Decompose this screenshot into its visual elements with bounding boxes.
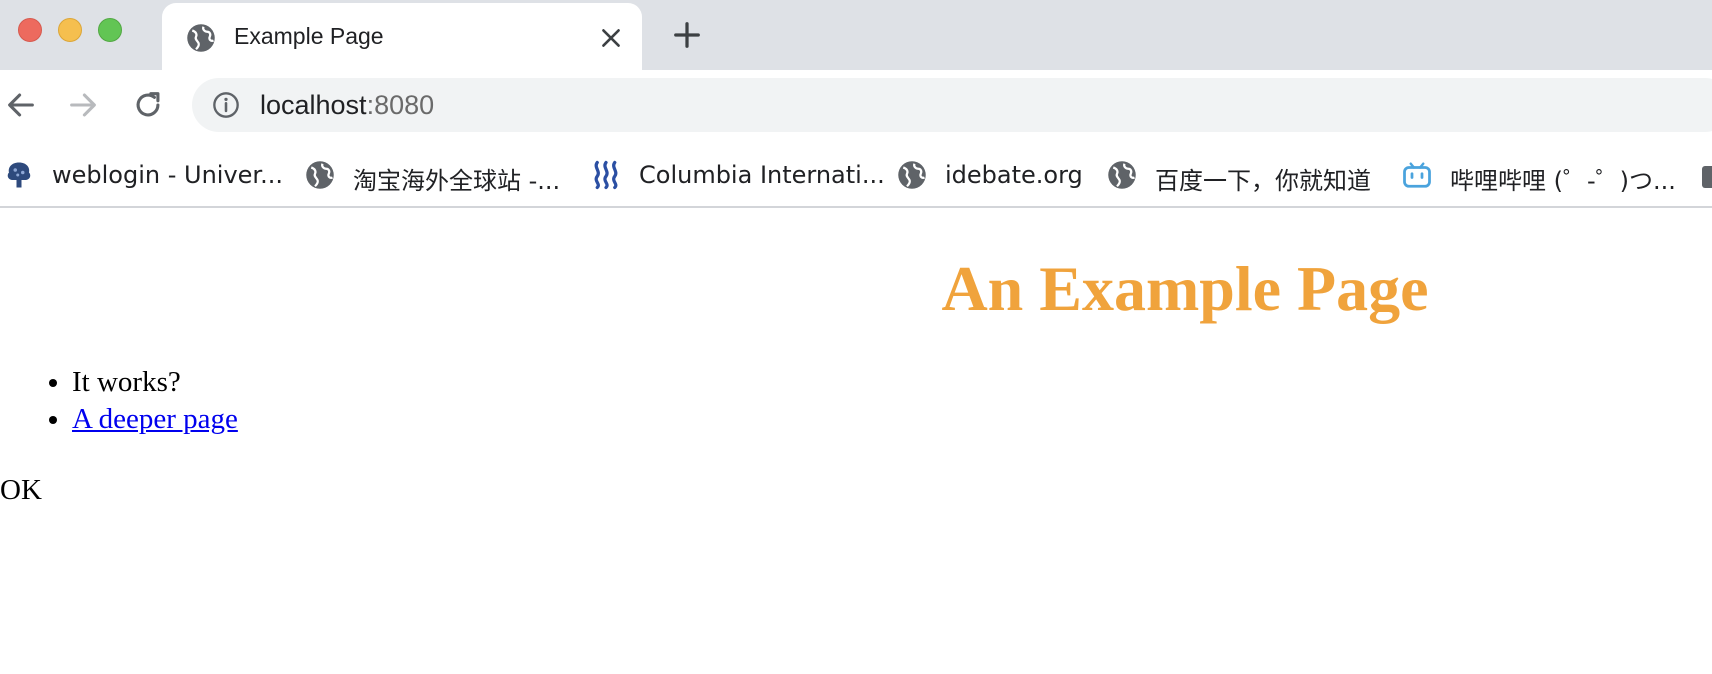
window-close-button[interactable] bbox=[18, 18, 42, 42]
close-icon[interactable] bbox=[598, 25, 624, 51]
url-host: localhost bbox=[260, 90, 367, 120]
ok-text: OK bbox=[0, 474, 42, 506]
tree-icon bbox=[7, 162, 31, 188]
url-text: localhost:8080 bbox=[260, 90, 434, 121]
window-maximize-button[interactable] bbox=[98, 18, 122, 42]
bookmark-label: idebate.org bbox=[945, 161, 1083, 189]
bookmark-label: Columbia Internati... bbox=[639, 161, 885, 189]
info-icon[interactable] bbox=[212, 91, 240, 119]
globe-icon bbox=[187, 24, 215, 52]
page-content: An Example Page It works? A deeper page … bbox=[0, 208, 1712, 674]
arrow-left-icon[interactable] bbox=[4, 88, 38, 122]
reload-icon[interactable] bbox=[131, 88, 165, 122]
list-item-it-works: It works? bbox=[72, 364, 238, 401]
tab-title: Example Page bbox=[234, 23, 384, 49]
list-item-deeper-page: A deeper page bbox=[72, 401, 238, 438]
tab-example-page[interactable]: Example Page bbox=[162, 3, 642, 70]
bookmark-label: 百度一下，你就知道 bbox=[1155, 167, 1371, 195]
browser-toolbar: localhost:8080 bbox=[0, 70, 1712, 142]
waves-icon bbox=[594, 160, 618, 190]
arrow-right-icon[interactable] bbox=[66, 88, 100, 122]
tab-strip: Example Page bbox=[0, 0, 1712, 70]
bookmark-label: 淘宝海外全球站 -... bbox=[353, 167, 561, 195]
deeper-page-link[interactable]: A deeper page bbox=[72, 403, 238, 435]
url-port: :8080 bbox=[366, 90, 435, 120]
plus-icon[interactable] bbox=[672, 20, 702, 50]
list-item-text: It works? bbox=[72, 366, 181, 398]
bookmark-label: 哔哩哔哩 (゜-゜)つ... bbox=[1450, 167, 1676, 195]
bookmark-label: weblogin - Univer... bbox=[52, 161, 283, 189]
address-bar[interactable]: localhost:8080 bbox=[192, 78, 1712, 132]
page-heading: An Example Page bbox=[941, 253, 1429, 324]
item-list: It works? A deeper page bbox=[0, 364, 238, 438]
bilibili-icon bbox=[1403, 162, 1431, 188]
window-minimize-button[interactable] bbox=[58, 18, 82, 42]
globe-icon bbox=[898, 161, 926, 189]
folder-icon[interactable] bbox=[1702, 162, 1712, 190]
bookmarks-bar: weblogin - Univer... 淘宝海外全球站 -... Columb… bbox=[0, 142, 1712, 208]
globe-icon bbox=[306, 161, 334, 189]
globe-icon bbox=[1108, 161, 1136, 189]
